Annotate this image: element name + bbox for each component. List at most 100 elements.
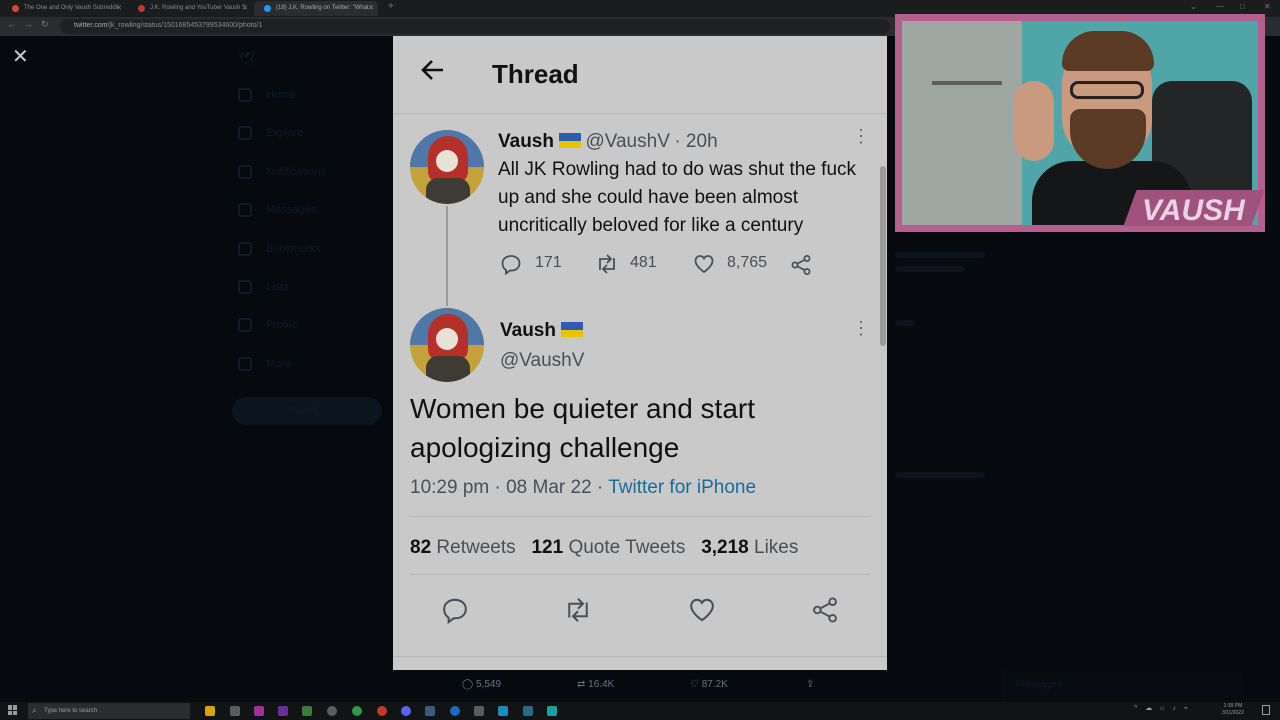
webcam-logo: VAUSH xyxy=(1142,194,1245,227)
forward-icon[interactable]: → xyxy=(24,19,33,29)
more-options-icon[interactable]: ⋮ xyxy=(852,126,870,147)
tweet2-handle[interactable]: @VaushV xyxy=(500,350,584,372)
messages-drawer[interactable]: Messages xyxy=(1002,668,1242,702)
thread-connector-line xyxy=(446,206,448,306)
bottom-retweet-button[interactable]: ⇄ 16.4K xyxy=(577,679,614,690)
more-options-icon[interactable]: ⋮ xyxy=(852,318,870,339)
tab-label: (18) J.K. Rowling on Twitter: "What i xyxy=(276,5,372,11)
taskbar-search-input[interactable]: ⌕ Type here to search xyxy=(28,703,190,719)
chrome-active-icon[interactable] xyxy=(377,706,387,716)
bottom-share-icon[interactable]: ⇪ xyxy=(806,679,814,690)
bottom-retweet-count: 16.4K xyxy=(588,679,615,690)
tab-search-icon[interactable]: ⌄ xyxy=(1190,2,1197,11)
url-field[interactable]: twitter.com/jk_rowling/status/1501685453… xyxy=(60,19,890,34)
close-window-icon[interactable]: ✕ xyxy=(1264,2,1271,11)
sidebar-item-messages[interactable]: Messages xyxy=(266,204,316,216)
taskbar-app-icon[interactable] xyxy=(254,706,264,716)
likes-stat[interactable]: 3,218 Likes xyxy=(701,537,798,558)
notification-center-icon[interactable] xyxy=(1262,705,1270,715)
reddit-icon xyxy=(12,5,19,12)
tweet2-like-button[interactable] xyxy=(688,596,716,629)
tweet2-display-name[interactable]: Vaush xyxy=(500,320,556,341)
retweet-icon xyxy=(568,598,588,622)
tweet2-header: Vaush xyxy=(500,320,583,342)
tweet1-like-count: 8,765 xyxy=(727,254,768,271)
sidebar-item-notifications[interactable]: Notifications xyxy=(266,166,326,178)
retweet-icon xyxy=(599,254,615,274)
thread-modal: Thread Vaush @VaushV · 20h ⋮ All JK Rowl… xyxy=(393,36,887,670)
discord-icon[interactable] xyxy=(401,706,411,716)
system-tray-icons[interactable]: ^ ☁ ⌂ ♪ ⌁ xyxy=(1134,704,1191,712)
tweet2-retweet-button[interactable] xyxy=(563,596,593,629)
tweet2-reply-button[interactable] xyxy=(441,596,469,629)
search-icon: ⌕ xyxy=(32,706,37,715)
tweet2-source-link[interactable]: Twitter for iPhone xyxy=(608,477,756,498)
sidebar-item-profile[interactable]: Profile xyxy=(266,319,297,331)
back-icon[interactable]: ← xyxy=(7,19,16,29)
twitter-logo-icon[interactable]: 🕊 xyxy=(238,50,256,67)
reply-preview-line xyxy=(895,320,915,326)
taskbar-clock[interactable]: 1:39 PM 3/11/2022 xyxy=(1222,703,1244,717)
taskbar-date: 3/11/2022 xyxy=(1222,710,1244,716)
bottom-reply-count: 5,549 xyxy=(475,679,502,690)
taskbar-app-icon[interactable] xyxy=(278,706,288,716)
bottom-like-button[interactable]: ♡ 87.2K xyxy=(690,679,728,690)
steam-icon[interactable] xyxy=(425,706,435,716)
minimize-icon[interactable]: — xyxy=(1216,2,1224,11)
taskbar-time: 1:39 PM xyxy=(1223,703,1243,709)
sidebar-item-bookmarks[interactable]: Bookmarks xyxy=(266,243,321,255)
tweet1-retweet-count: 481 xyxy=(630,254,657,271)
scrollbar-thumb[interactable] xyxy=(880,166,886,346)
sidebar-item-lists[interactable]: Lists xyxy=(266,281,289,293)
maximize-icon[interactable]: □ xyxy=(1240,2,1245,11)
close-icon[interactable]: ✕ xyxy=(12,44,29,69)
chrome-icon[interactable] xyxy=(352,706,362,716)
browser-tab-twitter[interactable]: (18) J.K. Rowling on Twitter: "What i ✕ xyxy=(254,1,378,16)
tweet1-display-name[interactable]: Vaush xyxy=(498,131,554,152)
taskbar-app-icon[interactable] xyxy=(498,706,508,716)
taskbar-app-icon[interactable] xyxy=(450,706,460,716)
browser-tab-vaush-subreddit[interactable]: The One and Only Vaush Subreddit ✕ xyxy=(2,1,126,16)
browser-tab-article[interactable]: J.K. Rowling and YouTuber Vaush S ✕ xyxy=(128,1,252,16)
taskbar-app-icon[interactable] xyxy=(302,706,312,716)
avatar[interactable] xyxy=(410,308,484,382)
tweet2-share-button[interactable] xyxy=(811,596,839,629)
file-explorer-icon[interactable] xyxy=(205,706,215,716)
taskbar-app-icon[interactable] xyxy=(547,706,557,716)
bottom-like-count: 87.2K xyxy=(701,679,728,690)
back-arrow-icon[interactable] xyxy=(419,56,447,91)
avatar[interactable] xyxy=(410,130,484,204)
divider xyxy=(393,656,887,657)
heart-icon xyxy=(690,598,714,622)
close-tab-icon[interactable]: ✕ xyxy=(242,4,248,12)
quote-tweets-stat[interactable]: 121 Quote Tweets xyxy=(531,537,685,558)
taskbar-app-icon[interactable] xyxy=(474,706,484,716)
reply-icon xyxy=(501,255,521,275)
taskbar-app-icon[interactable] xyxy=(327,706,337,716)
tweet2-timestamp[interactable]: 10:29 pm · 08 Mar 22 · xyxy=(410,477,608,498)
messages-label: Messages xyxy=(1016,679,1062,690)
sidebar-tweet-button[interactable]: Tweet xyxy=(232,397,382,425)
ukraine-flag-icon xyxy=(558,133,581,148)
reply-preview-line xyxy=(895,252,985,258)
retweets-stat[interactable]: 82 Retweets xyxy=(410,537,516,558)
bottom-reply-button[interactable]: ◯ 5,549 xyxy=(462,679,501,690)
sidebar-item-home[interactable]: Home xyxy=(266,89,295,101)
windows-start-icon[interactable] xyxy=(8,705,18,715)
tweet1-time[interactable]: · 20h xyxy=(674,131,717,152)
tweet1-header: Vaush @VaushV · 20h xyxy=(498,131,718,153)
sidebar-item-more[interactable]: More xyxy=(266,358,291,370)
more-icon xyxy=(238,357,252,371)
sidebar-item-explore[interactable]: Explore xyxy=(266,127,303,139)
taskbar-app-icon[interactable] xyxy=(523,706,533,716)
new-tab-icon[interactable]: + xyxy=(388,1,394,12)
reply-preview-line xyxy=(895,266,965,272)
home-icon xyxy=(238,88,252,102)
close-tab-icon[interactable]: ✕ xyxy=(368,4,374,12)
reload-icon[interactable]: ↻ xyxy=(41,19,49,30)
tweet1-handle[interactable]: @VaushV xyxy=(585,131,669,152)
close-tab-icon[interactable]: ✕ xyxy=(116,4,122,12)
tweet1-text: All JK Rowling had to do was shut the fu… xyxy=(498,159,857,236)
retweets-count: 82 xyxy=(410,537,432,558)
taskbar-app-icon[interactable] xyxy=(230,706,240,716)
